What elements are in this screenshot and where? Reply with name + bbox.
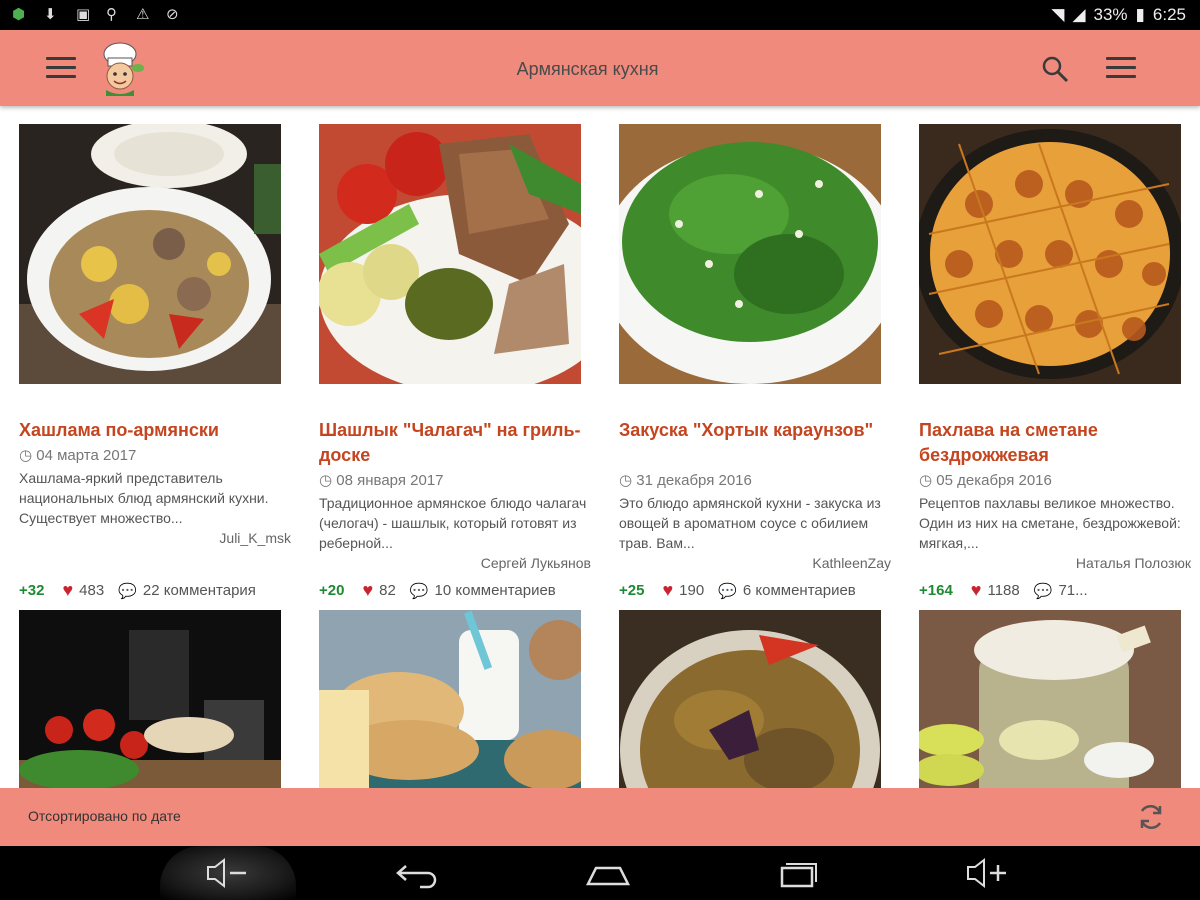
recents-icon[interactable] [768,854,828,892]
comment-icon[interactable]: 💬 [1034,582,1053,600]
recipe-description: Традиционное армянское блюдо чалагач (че… [319,495,587,551]
recipe-author[interactable]: Juli_K_msk [219,530,291,546]
recipe-author[interactable]: KathleenZay [812,555,891,571]
app-bar: Армянская кухня [0,30,1200,106]
clock-icon: ◷ [19,447,37,464]
comment-icon[interactable]: 💬 [410,582,429,600]
recipe-author[interactable]: Сергей Лукьянов [481,555,591,571]
sort-bar: Отсортировано по дате [0,788,1200,846]
status-bar: ⬢ ⬇ ▣ ⚲ ⚠ ⊘ ◥ ◢ 33% ▮ 6:25 [0,0,1200,30]
comment-icon[interactable]: 💬 [718,582,737,600]
recipe-image[interactable] [19,610,281,788]
like-count: 190 [679,582,705,599]
comment-count[interactable]: 6 комментариев [743,582,856,599]
recipe-image[interactable] [319,610,581,788]
recipe-date: ◷ 05 декабря 2016 [919,472,1052,489]
recipe-title[interactable]: Пахлава на сметане бездрожжевая [919,418,1181,468]
volume-up-icon[interactable] [958,854,1018,892]
recipe-image[interactable] [919,124,1181,384]
like-count: 483 [79,582,105,599]
volume-down-icon[interactable] [198,854,258,892]
recipe-description: Хашлама-яркий представитель национальных… [19,470,269,526]
recipe-date: ◷ 08 января 2017 [319,472,444,489]
recipe-date: ◷ 04 марта 2017 [19,447,137,464]
home-icon[interactable] [578,854,638,892]
wifi-icon: ◥ [1051,5,1065,24]
comment-icon[interactable]: 💬 [118,582,137,600]
recipe-description: Рецептов пахлавы великое множество. Один… [919,495,1181,551]
comment-count[interactable]: 71... [1058,582,1087,599]
search-notification-icon: ⚲ [106,6,117,23]
recipe-stats: +25 ♥ 190 💬 6 комментариев [619,580,856,601]
recipe-image[interactable] [619,124,881,384]
clock-icon: ◷ [919,472,937,489]
app-notification-icon: ⬢ [12,6,26,23]
clock-time: 6:25 [1152,5,1186,24]
recipe-score: +20 [319,582,345,599]
no-sim-icon: ⊘ [166,6,179,23]
comment-count[interactable]: 22 комментария [143,582,256,599]
heart-icon[interactable]: ♥ [662,580,673,601]
heart-icon[interactable]: ♥ [62,580,73,601]
recipe-score: +32 [19,582,45,599]
recipe-stats: +32 ♥ 483 💬 22 комментария [19,580,256,601]
recipe-score: +164 [919,582,953,599]
recipe-image[interactable] [319,124,581,384]
recipe-image[interactable] [19,124,281,384]
heart-icon[interactable]: ♥ [362,580,373,601]
recipe-title[interactable]: Закуска "Хортык караунзов" [619,418,881,443]
recipe-image[interactable] [919,610,1181,788]
recipe-image[interactable] [619,610,881,788]
back-icon[interactable] [388,854,448,892]
recipe-grid: Хашлама по-армянски ◷ 04 марта 2017 Хашл… [0,106,1200,788]
page-title: Армянская кухня [516,59,659,79]
navigation-bar [0,846,1200,900]
recipe-title[interactable]: Шашлык "Чалагач" на гриль-доске [319,418,581,468]
heart-icon[interactable]: ♥ [971,580,982,601]
sort-label[interactable]: Отсортировано по дате [28,808,181,824]
overflow-menu-icon[interactable] [1106,57,1136,79]
download-icon: ⬇ [44,6,57,23]
recipe-title[interactable]: Хашлама по-армянски [19,418,281,443]
recipe-author[interactable]: Наталья Полозюк [1076,555,1191,571]
warning-icon: ⚠ [136,6,150,23]
image-icon: ▣ [76,6,91,23]
recipe-date: ◷ 31 декабря 2016 [619,472,752,489]
recipe-score: +25 [619,582,645,599]
signal-icon: ◢ [1072,5,1086,24]
like-count: 1188 [987,582,1020,599]
battery-icon: ▮ [1135,5,1145,24]
search-icon[interactable] [1040,54,1070,84]
clock-icon: ◷ [619,472,637,489]
clock-icon: ◷ [319,472,337,489]
comment-count[interactable]: 10 комментариев [435,582,556,599]
like-count: 82 [379,582,396,599]
refresh-icon[interactable] [1136,802,1166,832]
recipe-stats: +20 ♥ 82 💬 10 комментариев [319,580,556,601]
recipe-description: Это блюдо армянской кухни - закуска из о… [619,495,881,551]
battery-percent: 33% [1093,5,1128,24]
recipe-stats: +164 ♥ 1188 💬 71... [919,580,1088,601]
